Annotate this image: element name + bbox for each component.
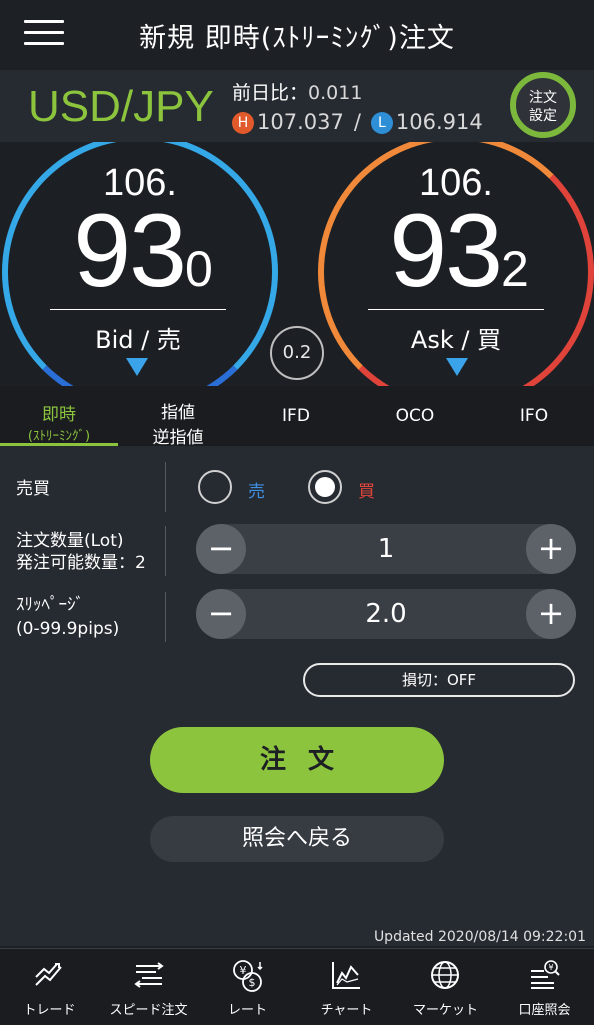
bid-down-arrow-icon — [126, 358, 148, 376]
nav-chart[interactable]: チャート — [297, 949, 396, 1025]
order-type-tabs: 即時 (ｽﾄﾘｰﾐﾝｸﾞ) 指値 逆指値 IFD OCO IFO — [0, 386, 594, 448]
day-change: 前日比：0.011 — [232, 78, 362, 105]
quantity-label: 注文数量(Lot) — [16, 531, 124, 551]
quantity-plus-button[interactable]: + — [526, 524, 576, 574]
quantity-value[interactable]: 1 — [256, 534, 516, 564]
nav-rate-label: レート — [227, 1003, 267, 1018]
slippage-label: ｽﾘｯﾍﾟｰｼﾞ — [16, 595, 84, 615]
buy-radio-label: 買 — [358, 482, 375, 502]
sell-radio[interactable] — [198, 470, 232, 504]
tab-limit-label: 指値 — [161, 403, 195, 423]
nav-account[interactable]: ¥ 口座照会 — [495, 949, 594, 1025]
bid-price[interactable]: 930 — [48, 192, 238, 311]
slippage-divider — [165, 592, 166, 642]
low-value: 106.914 — [395, 110, 483, 134]
ask-price[interactable]: 932 — [364, 192, 554, 311]
day-change-value: 0.011 — [308, 82, 363, 104]
page-title: 新規 即時(ｽﾄﾘｰﾐﾝｸﾞ)注文 — [139, 23, 455, 54]
nav-market-label: マーケット — [412, 1003, 478, 1018]
tab-limit-sublabel: 逆指値 — [152, 428, 204, 448]
high-icon: H — [232, 112, 254, 134]
tab-oco[interactable]: OCO — [356, 386, 474, 446]
globe-icon — [431, 961, 459, 989]
quantity-minus-button[interactable]: − — [196, 524, 246, 574]
slippage-stepper: − 2.0 + — [196, 589, 576, 639]
slippage-value[interactable]: 2.0 — [256, 599, 516, 629]
stoploss-toggle[interactable]: 損切：OFF — [303, 663, 575, 697]
ask-label: Ask / 買 — [410, 326, 502, 354]
quantity-stepper: − 1 + — [196, 524, 576, 574]
bid-main: 93 — [73, 193, 187, 309]
nav-market[interactable]: マーケット — [396, 949, 495, 1025]
bid-divider — [50, 309, 226, 310]
tab-ifo[interactable]: IFO — [475, 386, 593, 446]
ask-main: 93 — [389, 193, 503, 309]
tab-streaming[interactable]: 即時 (ｽﾄﾘｰﾐﾝｸﾞ) — [0, 386, 118, 446]
trade-icon — [35, 963, 62, 986]
svg-text:$: $ — [249, 976, 256, 989]
nav-chart-label: チャート — [320, 1003, 373, 1018]
buy-radio[interactable] — [308, 470, 342, 504]
hamburger-menu-icon[interactable] — [24, 20, 64, 46]
slippage-minus-button[interactable]: − — [196, 589, 246, 639]
bottom-nav: トレード スピード注文 ¥ $ レート チャート マーケット ¥ 口座照会 — [0, 948, 594, 1025]
account-icon: ¥ — [531, 960, 560, 989]
day-change-label: 前日比： — [232, 82, 309, 104]
ask-divider — [368, 309, 544, 310]
ask-pip: 2 — [500, 241, 529, 297]
tab-limit[interactable]: 指値 逆指値 — [119, 386, 237, 448]
back-to-inquiry-button[interactable]: 照会へ戻る — [150, 816, 444, 862]
chart-icon — [332, 962, 360, 989]
spread-badge: 0.2 — [270, 326, 324, 380]
sell-radio-label: 売 — [248, 482, 265, 502]
tab-streaming-sublabel: (ｽﾄﾘｰﾐﾝｸﾞ) — [27, 429, 91, 444]
rate-icon: ¥ $ — [233, 960, 263, 992]
nav-rate[interactable]: ¥ $ レート — [198, 949, 297, 1025]
nav-trade[interactable]: トレード — [0, 949, 99, 1025]
low-icon: L — [370, 112, 393, 134]
nav-speed-order-label: スピード注文 — [109, 1003, 188, 1018]
side-divider — [165, 462, 166, 512]
high-low-row: H 107.037 / L 106.914 — [232, 110, 483, 134]
ask-down-arrow-icon — [446, 358, 468, 376]
order-button[interactable]: 注文 — [150, 727, 444, 793]
order-settings-label-2: 設定 — [529, 108, 557, 124]
speed-order-icon — [134, 962, 164, 988]
quantity-divider — [165, 526, 166, 576]
slippage-plus-button[interactable]: + — [526, 589, 576, 639]
updated-timestamp: Updated 2020/08/14 09:22:01 — [373, 929, 586, 945]
slippage-range: (0-99.9pips) — [16, 619, 120, 639]
nav-trade-label: トレード — [23, 1003, 76, 1018]
bid-pip: 0 — [184, 241, 213, 297]
high-low-separator: / — [353, 110, 361, 134]
order-settings-label-1: 注文 — [529, 90, 557, 106]
available-quantity: 発注可能数量：2 — [16, 553, 146, 573]
high-value: 107.037 — [257, 110, 344, 134]
currency-pair: USD/JPY — [28, 82, 214, 131]
tab-streaming-label: 即時 — [42, 405, 76, 425]
svg-text:¥: ¥ — [548, 963, 553, 972]
order-settings-button[interactable]: 注文 設定 — [510, 72, 576, 138]
nav-account-label: 口座照会 — [518, 1003, 571, 1018]
tab-ifd[interactable]: IFD — [237, 386, 355, 446]
bid-label: Bid / 売 — [95, 326, 181, 354]
side-label: 売買 — [16, 479, 50, 499]
nav-speed-order[interactable]: スピード注文 — [99, 949, 198, 1025]
